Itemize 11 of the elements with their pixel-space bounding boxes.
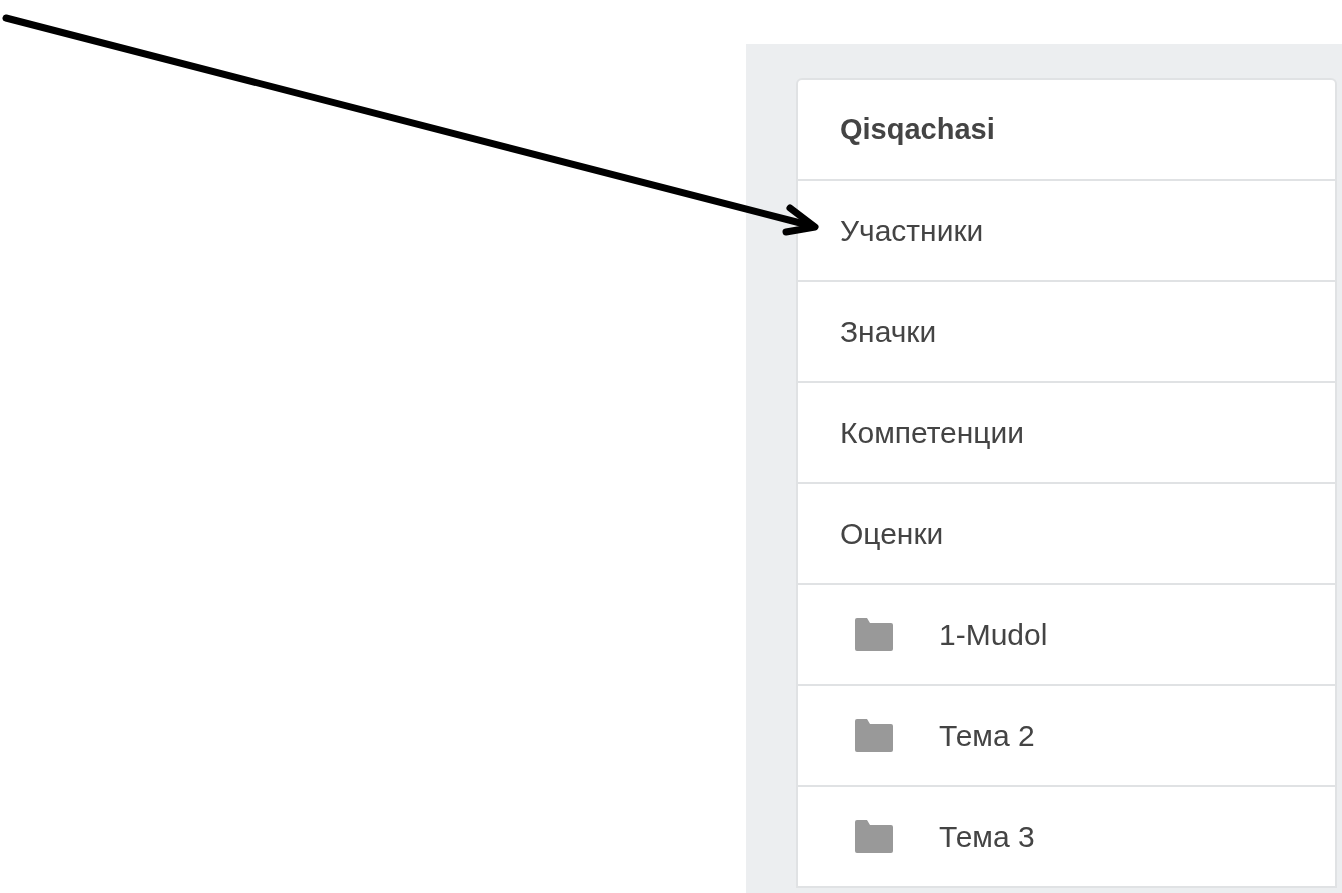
nav-section-link[interactable]: Тема 3 bbox=[939, 819, 1035, 854]
nav-link[interactable]: Оценки bbox=[840, 516, 944, 551]
folder-icon bbox=[855, 719, 893, 752]
nav-link[interactable]: Компетенции bbox=[840, 415, 1025, 450]
folder-icon bbox=[855, 820, 893, 853]
nav-section-link[interactable]: Тема 2 bbox=[939, 718, 1035, 753]
nav-heading[interactable]: Qisqachasi bbox=[840, 113, 995, 146]
nav-link[interactable]: Участники bbox=[840, 213, 984, 248]
folder-icon bbox=[855, 618, 893, 651]
nav-section-link[interactable]: 1-Mudol bbox=[939, 617, 1048, 652]
nav-link[interactable]: Значки bbox=[840, 314, 937, 349]
